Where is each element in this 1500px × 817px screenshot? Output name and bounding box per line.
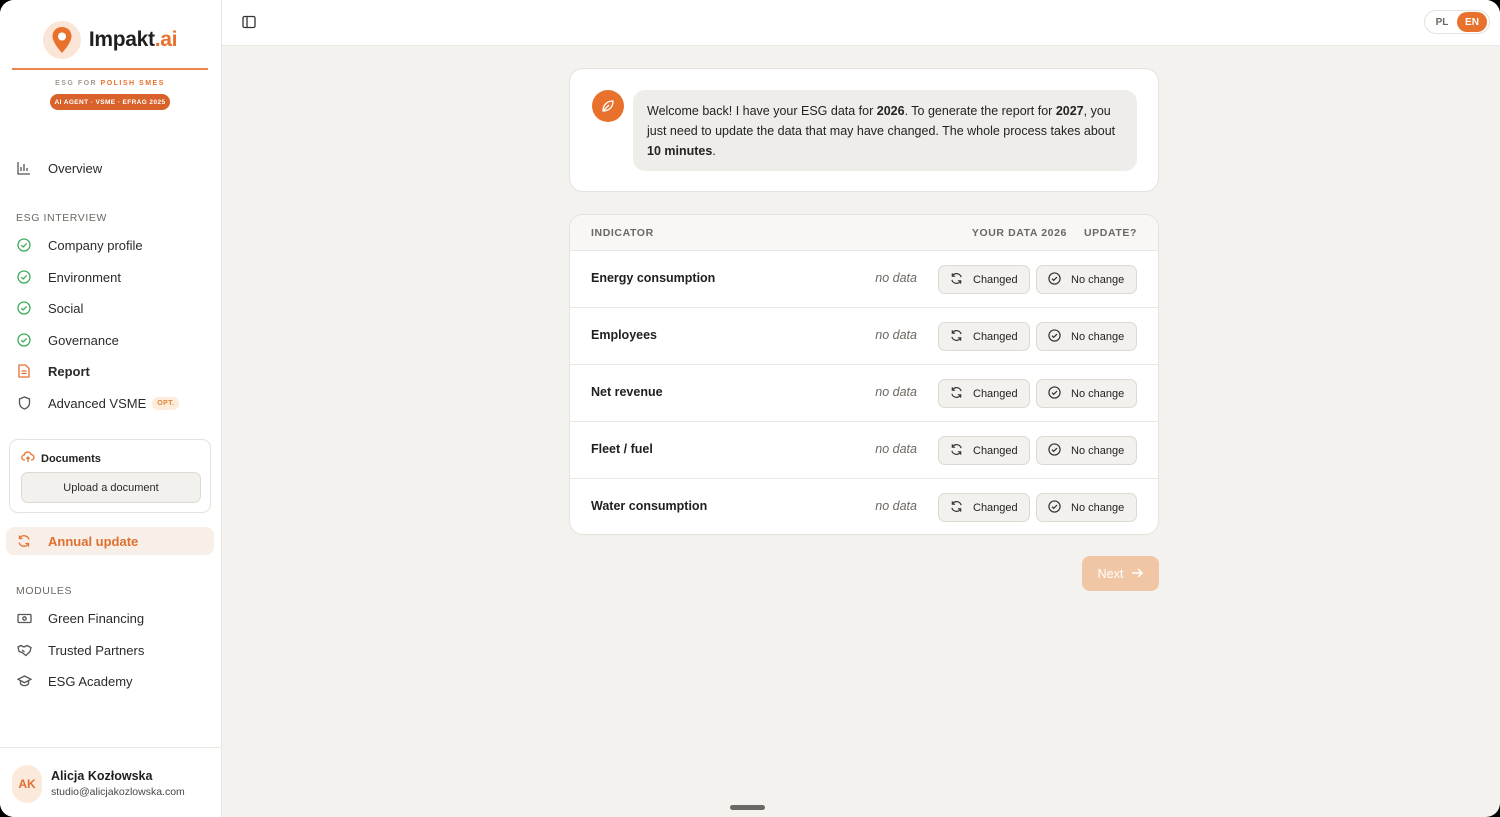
document-icon [16, 363, 32, 379]
brand: Impakt.ai ESG FOR POLISH SMES AI AGENT ·… [12, 18, 208, 118]
brand-tagline: ESG FOR POLISH SMES [55, 80, 165, 87]
check-circle-icon [16, 237, 32, 253]
brand-badge: AI AGENT · VSME · EFRAG 2025 [50, 94, 170, 110]
sidebar-item-advanced-vsme[interactable]: Advanced VSME OPT. [6, 389, 214, 417]
indicator-value: no data [875, 499, 917, 513]
cloud-upload-icon [21, 451, 35, 466]
arrow-right-icon [1131, 567, 1144, 581]
check-circle-icon [1048, 442, 1061, 459]
sidebar-item-esg-academy[interactable]: ESG Academy [6, 667, 214, 695]
section-label-esg-interview: ESG INTERVIEW [16, 212, 108, 224]
app-window: Impakt.ai ESG FOR POLISH SMES AI AGENT ·… [0, 0, 1500, 817]
user-email: studio@alicjakozlowska.com [51, 786, 185, 798]
table-row: Employees no data Changed No change [570, 308, 1158, 365]
refresh-icon [950, 329, 963, 345]
table-row: Fleet / fuel no data Changed No change [570, 422, 1158, 479]
check-circle-icon [1048, 499, 1061, 516]
documents-card: Documents Upload a document [9, 439, 211, 513]
refresh-icon [950, 386, 963, 402]
changed-button[interactable]: Changed [938, 322, 1030, 351]
home-indicator[interactable] [730, 805, 765, 810]
check-circle-icon [1048, 385, 1061, 402]
bar-chart-icon [16, 160, 32, 176]
sidebar-item-environment[interactable]: Environment [6, 263, 214, 291]
indicator-name: Energy consumption [591, 271, 716, 285]
handshake-icon [16, 642, 32, 658]
sidebar-item-overview[interactable]: Overview [6, 154, 214, 182]
banknote-icon [16, 610, 32, 626]
indicator-value: no data [875, 385, 917, 399]
topbar: PL EN [222, 0, 1500, 46]
indicator-name: Net revenue [591, 385, 663, 399]
refresh-icon [950, 443, 963, 459]
changed-button[interactable]: Changed [938, 265, 1030, 294]
upload-document-button[interactable]: Upload a document [21, 472, 201, 503]
check-circle-icon [1048, 328, 1061, 345]
indicator-name: Employees [591, 328, 658, 342]
shield-icon [16, 395, 32, 411]
location-pin-logo-icon [42, 21, 81, 59]
sidebar: Impakt.ai ESG FOR POLISH SMES AI AGENT ·… [0, 0, 222, 817]
refresh-icon [950, 500, 963, 516]
sidebar-item-annual-update[interactable]: Annual update [6, 527, 214, 555]
table-row: Water consumption no data Changed No cha… [570, 479, 1158, 534]
no-change-button[interactable]: No change [1036, 493, 1137, 522]
sidebar-toggle-icon[interactable] [242, 15, 258, 31]
no-change-button[interactable]: No change [1036, 322, 1137, 351]
lang-option-pl[interactable]: PL [1427, 12, 1457, 32]
no-change-button[interactable]: No change [1036, 379, 1137, 408]
indicator-table: INDICATOR YOUR DATA 2026 UPDATE? Energy … [569, 214, 1159, 535]
no-change-button[interactable]: No change [1036, 436, 1137, 465]
indicator-value: no data [875, 328, 917, 342]
sidebar-item-green-financing[interactable]: Green Financing [6, 604, 214, 632]
optional-badge: OPT. [152, 396, 180, 410]
no-change-button[interactable]: No change [1036, 265, 1137, 294]
col-header-your-data: YOUR DATA 2026 [971, 227, 1067, 239]
next-button[interactable]: Next [1082, 556, 1159, 591]
check-circle-icon [1048, 271, 1061, 288]
changed-button[interactable]: Changed [938, 379, 1030, 408]
language-switcher: PL EN [1424, 10, 1490, 34]
documents-title: Documents [21, 451, 101, 466]
sidebar-item-social[interactable]: Social [6, 294, 214, 322]
section-label-modules: MODULES [16, 585, 73, 597]
table-row: Net revenue no data Changed No change [570, 365, 1158, 422]
changed-button[interactable]: Changed [938, 493, 1030, 522]
graduation-cap-icon [16, 673, 32, 689]
table-header: INDICATOR YOUR DATA 2026 UPDATE? [570, 215, 1158, 251]
sidebar-item-trusted-partners[interactable]: Trusted Partners [6, 636, 214, 664]
check-circle-icon [16, 269, 32, 285]
indicator-value: no data [875, 442, 917, 456]
col-header-update: UPDATE? [1083, 227, 1137, 239]
changed-button[interactable]: Changed [938, 436, 1030, 465]
assistant-message-card: Welcome back! I have your ESG data for 2… [569, 68, 1159, 192]
brand-divider [12, 68, 208, 70]
indicator-name: Water consumption [591, 499, 708, 513]
indicator-value: no data [875, 271, 917, 285]
refresh-icon [16, 533, 32, 549]
refresh-icon [950, 272, 963, 288]
sidebar-item-governance[interactable]: Governance [6, 326, 214, 354]
check-circle-icon [16, 300, 32, 316]
col-header-indicator: INDICATOR [591, 227, 654, 239]
check-circle-icon [16, 332, 32, 348]
user-name: Alicja Kozłowska [51, 769, 153, 783]
table-row: Energy consumption no data Changed No ch… [570, 251, 1158, 308]
sidebar-item-company-profile[interactable]: Company profile [6, 231, 214, 259]
brand-name: Impakt.ai [88, 28, 178, 51]
indicator-name: Fleet / fuel [591, 442, 653, 456]
user-profile[interactable]: AK Alicja Kozłowska studio@alicjakozlows… [0, 747, 222, 817]
lang-option-en[interactable]: EN [1457, 12, 1487, 32]
avatar: AK [12, 765, 42, 803]
sidebar-item-report[interactable]: Report [6, 357, 214, 385]
assistant-message: Welcome back! I have your ESG data for 2… [633, 90, 1137, 171]
leaf-icon [592, 90, 624, 122]
